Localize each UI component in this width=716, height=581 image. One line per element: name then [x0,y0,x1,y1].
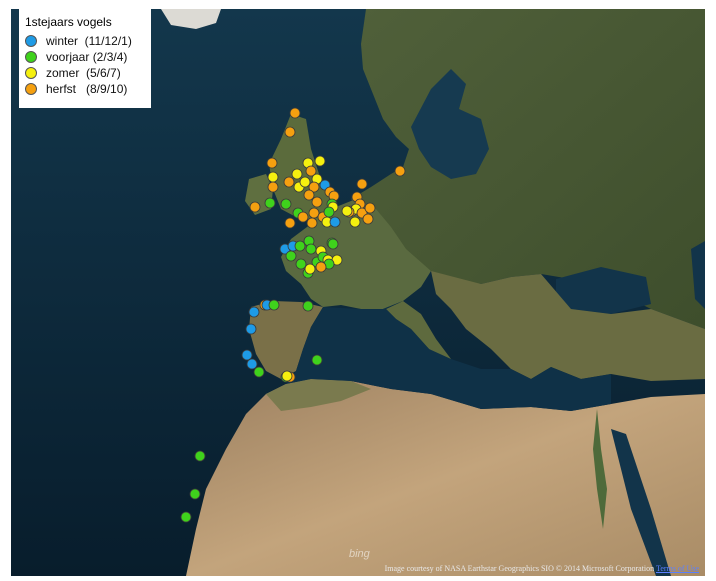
observation-dot-winter [248,306,260,318]
observation-dot-herfst [249,201,261,213]
winter-dot-icon [25,35,37,47]
voorjaar-dot-icon [25,51,37,63]
observation-dot-voorjaar [180,511,192,523]
observation-dot-herfst [364,202,376,214]
legend-item-herfst: herfst (8/9/10) [25,81,145,97]
terms-of-use-link[interactable]: Terms of Use [656,564,699,573]
observation-dot-voorjaar [302,300,314,312]
observation-dot-herfst [267,181,279,193]
observation-dot-herfst [306,217,318,229]
observation-dot-voorjaar [294,240,306,252]
observation-dot-voorjaar [323,206,335,218]
observation-dot-voorjaar [285,250,297,262]
zomer-dot-icon [25,67,37,79]
map-attribution: Image courtesy of NASA Earthstar Geograp… [385,564,699,573]
observation-dot-herfst [315,261,327,273]
legend-item-zomer: zomer (5/6/7) [25,65,145,81]
legend-label: winter (11/12/1) [46,34,132,48]
bing-logo: bing [349,548,370,560]
observation-dot-herfst [311,196,323,208]
observation-dot-herfst [284,217,296,229]
observation-dot-voorjaar [305,243,317,255]
observation-dot-herfst [303,189,315,201]
legend-label: voorjaar (2/3/4) [46,50,128,64]
herfst-dot-icon [25,83,37,95]
observation-dot-herfst [356,178,368,190]
observation-dot-zomer [299,176,311,188]
observation-dot-zomer [341,205,353,217]
observation-dot-herfst [283,176,295,188]
observation-dot-voorjaar [311,354,323,366]
observation-dot-winter [245,323,257,335]
observation-dot-zomer [304,263,316,275]
legend-item-winter: winter (11/12/1) [25,33,145,49]
observation-dot-herfst [297,211,309,223]
observation-dot-winter [329,216,341,228]
observation-dot-voorjaar [253,366,265,378]
observation-dot-herfst [394,165,406,177]
map-legend: 1stejaars vogels winter (11/12/1) voorja… [19,8,151,108]
observation-dot-herfst [308,207,320,219]
observation-dot-zomer [291,168,303,180]
observation-dot-voorjaar [194,450,206,462]
observation-dot-voorjaar [295,258,307,270]
observation-dot-winter [241,349,253,361]
observation-dot-voorjaar [264,197,276,209]
legend-title: 1stejaars vogels [25,15,112,29]
observation-dot-herfst [362,213,374,225]
observation-dot-herfst [284,126,296,138]
attribution-text: Image courtesy of NASA Earthstar Geograp… [384,564,657,573]
legend-item-voorjaar: voorjaar (2/3/4) [25,49,145,65]
observation-dot-herfst [289,107,301,119]
observation-dot-zomer [281,370,293,382]
observation-dot-zomer [267,171,279,183]
observation-dot-voorjaar [268,299,280,311]
legend-label: herfst (8/9/10) [46,82,128,96]
observation-dot-herfst [266,157,278,169]
observation-dot-voorjaar [327,238,339,250]
observation-dot-zomer [314,155,326,167]
observation-dot-winter [246,358,258,370]
observation-dot-zomer [349,216,361,228]
observation-dot-voorjaar [189,488,201,500]
observation-dot-voorjaar [280,198,292,210]
legend-label: zomer (5/6/7) [46,66,121,80]
